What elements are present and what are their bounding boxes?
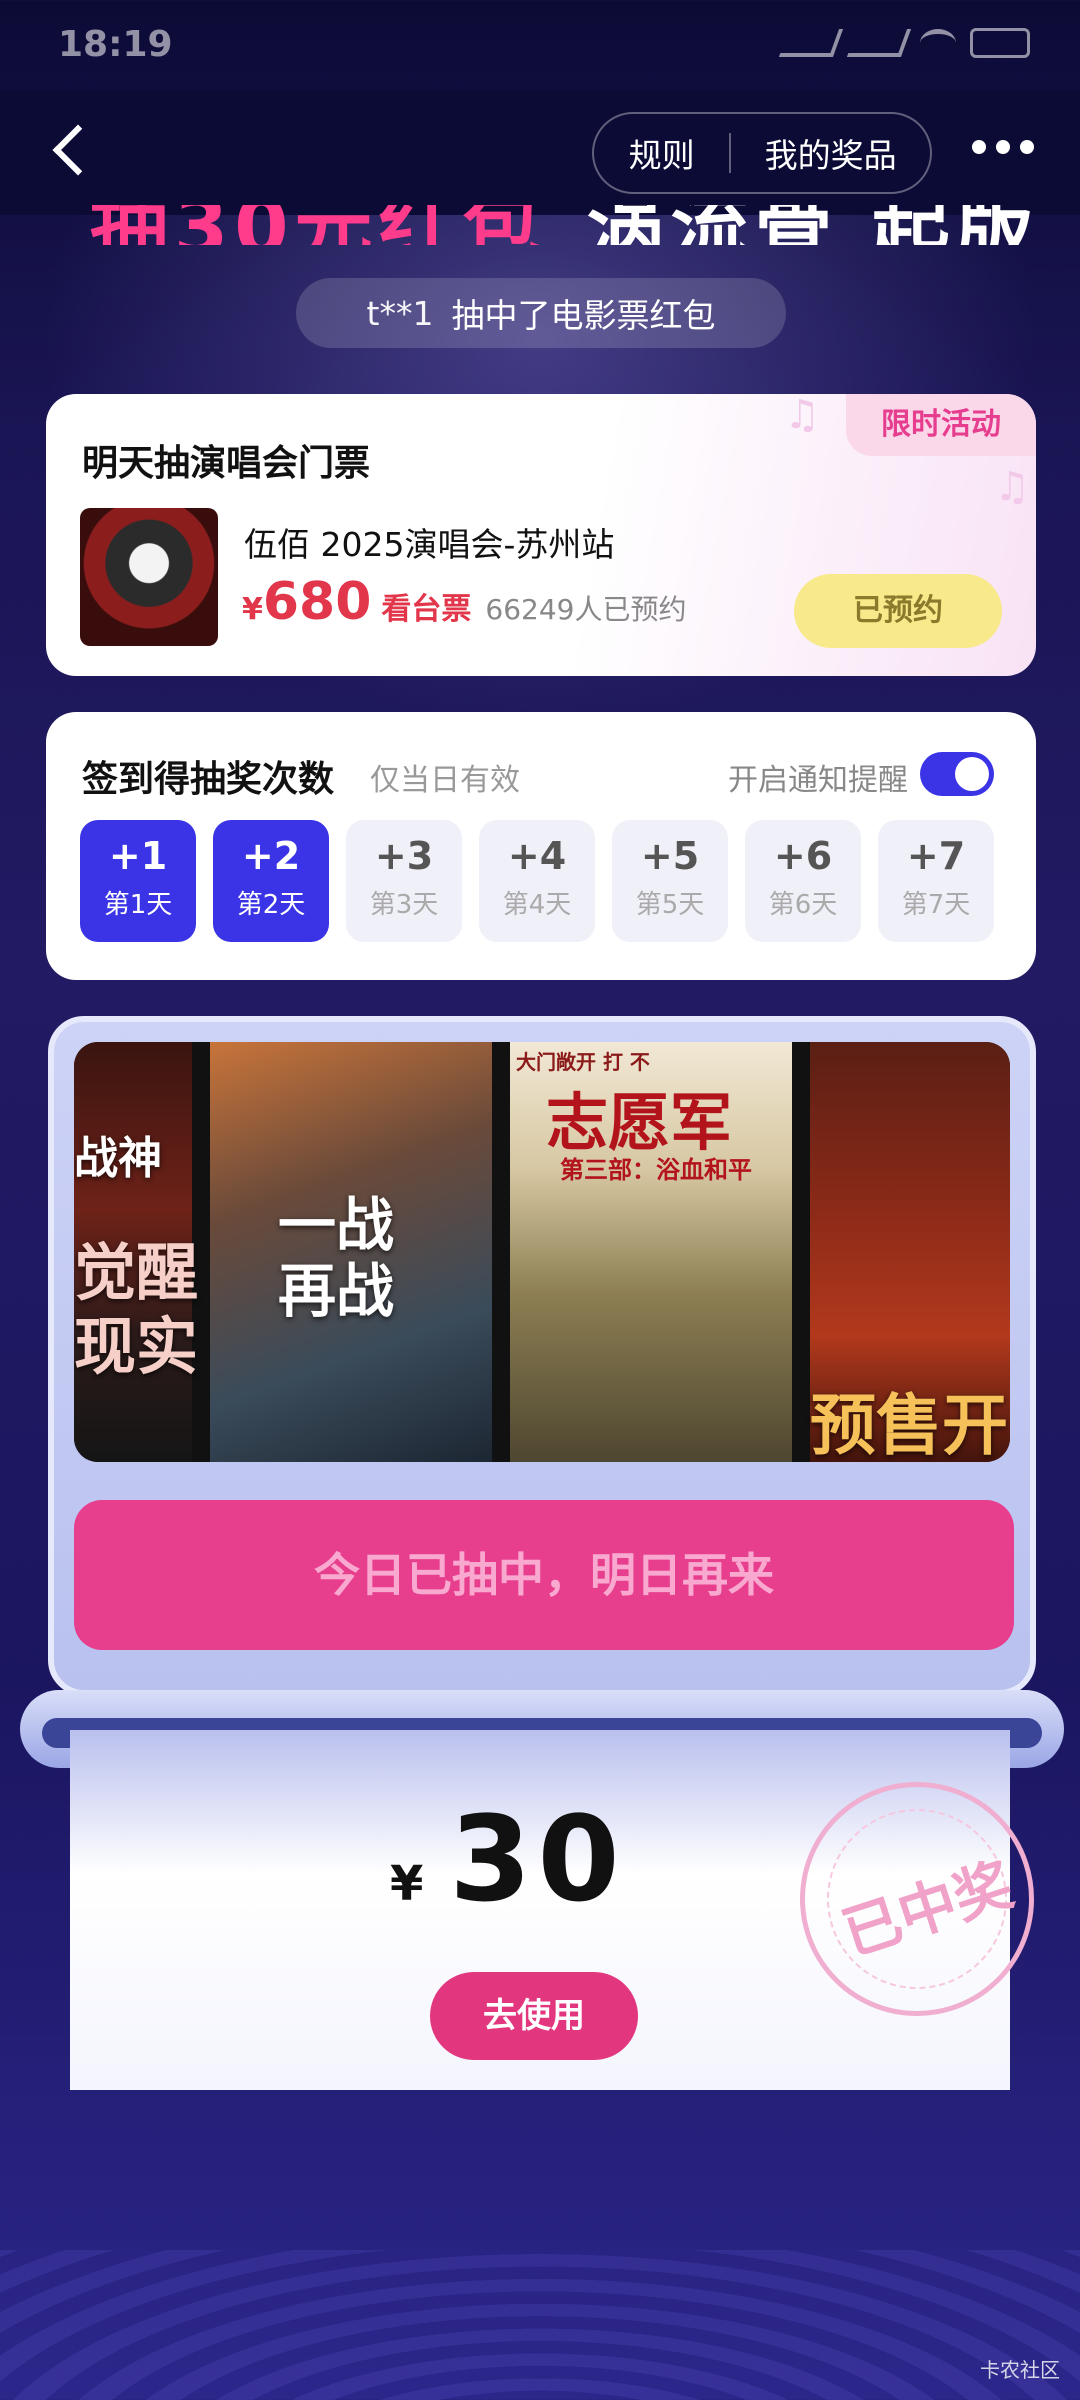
draw-button[interactable]: 今日已抽中，明日再来 bbox=[74, 1500, 1014, 1650]
limited-event-badge: 限时活动 bbox=[846, 394, 1036, 456]
day-bonus: +5 bbox=[640, 834, 700, 878]
rules-button[interactable]: 规则 bbox=[594, 129, 729, 177]
poster-2-title: 一战 再战 bbox=[278, 1191, 395, 1325]
more-dots-icon[interactable] bbox=[972, 140, 1034, 160]
ticket-serrated-edge bbox=[70, 2070, 1010, 2098]
poster-3-tagline: 大门敞开 打 不 bbox=[516, 1050, 650, 1074]
movie-poster-4[interactable]: 预售开 bbox=[810, 1042, 1010, 1462]
battery-icon bbox=[970, 28, 1030, 58]
day-label: 第2天 bbox=[236, 890, 306, 920]
ticker-user: t**1 bbox=[366, 293, 434, 333]
checkin-day-4[interactable]: +4 第4天 bbox=[479, 820, 595, 942]
event-price-row: ¥ 680 看台票 66249人已预约 bbox=[242, 572, 687, 632]
hero-title-a: 抽30元红包 bbox=[90, 205, 547, 245]
checkin-day-7[interactable]: +7 第7天 bbox=[878, 820, 994, 942]
concert-event-card: 限时活动 ♫ ♫ 明天抽演唱会门票 伍佰 2025演唱会-苏州站 ¥ 680 看… bbox=[46, 394, 1036, 676]
day-bonus: +4 bbox=[507, 834, 567, 878]
movie-poster-carousel[interactable]: 战神 觉醒 现实 一战 再战 大门敞开 打 不 志愿军 第三部：浴血和平 预售开 bbox=[74, 1042, 1010, 1462]
status-icons bbox=[778, 28, 1030, 58]
concert-poster-thumbnail bbox=[80, 508, 218, 646]
checkin-day-3[interactable]: +3 第3天 bbox=[346, 820, 462, 942]
notify-toggle[interactable] bbox=[920, 752, 994, 796]
back-arrow-icon[interactable] bbox=[44, 118, 104, 178]
hero-title: 抽30元红包涡流骨 起版 bbox=[0, 205, 1080, 245]
day-bonus: +1 bbox=[108, 834, 168, 878]
movie-poster-2[interactable]: 一战 再战 bbox=[210, 1042, 492, 1462]
signal-icon bbox=[778, 29, 844, 57]
day-label: 第1天 bbox=[103, 890, 173, 920]
checkin-card: 签到得抽奖次数 仅当日有效 开启通知提醒 +1 第1天 +2 第2天 +3 第3天 +… bbox=[46, 712, 1036, 980]
lottery-machine: 战神 觉醒 现实 一战 再战 大门敞开 打 不 志愿军 第三部：浴血和平 预售开… bbox=[48, 1016, 1036, 1696]
day-label: 第5天 bbox=[635, 890, 705, 920]
header-pill-group: 规则 我的奖品 bbox=[592, 112, 932, 194]
stage-background bbox=[0, 2250, 1080, 2400]
ticker-text: 抽中了电影票红包 bbox=[451, 296, 716, 335]
stamp-text: 已中奖 bbox=[834, 1849, 1021, 1969]
day-bonus: +3 bbox=[374, 834, 434, 878]
checkin-title: 签到得抽奖次数 bbox=[82, 759, 335, 800]
notify-label: 开启通知提醒 bbox=[728, 763, 908, 798]
event-price: 680 bbox=[262, 572, 372, 632]
poster-1-text-c: 现实 bbox=[74, 1310, 199, 1383]
use-button[interactable]: 去使用 bbox=[430, 1972, 638, 2060]
day-label: 第4天 bbox=[502, 890, 572, 920]
seat-type: 看台票 bbox=[381, 592, 472, 627]
price-currency: ¥ bbox=[242, 592, 263, 627]
watermark: 卡农社区 bbox=[980, 2358, 1060, 2382]
movie-poster-3[interactable]: 大门敞开 打 不 志愿军 第三部：浴血和平 bbox=[510, 1042, 792, 1462]
event-title: 明天抽演唱会门票 bbox=[82, 443, 371, 484]
won-stamp: 已中奖 bbox=[769, 1751, 1065, 2047]
day-label: 第3天 bbox=[369, 890, 439, 920]
checkin-day-1[interactable]: +1 第1天 bbox=[80, 820, 196, 942]
reserved-button[interactable]: 已预约 bbox=[794, 574, 1002, 648]
poster-4-text: 预售开 bbox=[810, 1387, 1008, 1462]
hero-title-b: 涡流骨 起版 bbox=[587, 205, 1040, 245]
checkin-days: +1 第1天 +2 第2天 +3 第3天 +4 第4天 +5 第5天 +6 第6天 +7 第7… bbox=[80, 820, 994, 942]
prize-amount: 30 bbox=[449, 1790, 626, 1928]
reserved-count: 66249人已预约 bbox=[485, 593, 687, 626]
day-bonus: +6 bbox=[773, 834, 833, 878]
status-time: 18:19 bbox=[58, 24, 173, 65]
movie-poster-1[interactable]: 战神 觉醒 现实 bbox=[74, 1042, 198, 1462]
winner-ticker: t**1 抽中了电影票红包 bbox=[296, 278, 786, 348]
my-prizes-button[interactable]: 我的奖品 bbox=[731, 129, 930, 177]
wifi-icon bbox=[920, 29, 956, 57]
music-note-icon-2: ♫ bbox=[994, 464, 1030, 510]
day-bonus: +2 bbox=[241, 834, 301, 878]
checkin-subtitle: 仅当日有效 bbox=[370, 763, 520, 798]
signal-icon-2 bbox=[846, 29, 912, 57]
status-bar: 18:19 bbox=[0, 0, 1080, 90]
music-note-icon: ♫ bbox=[784, 394, 820, 438]
checkin-day-6[interactable]: +6 第6天 bbox=[745, 820, 861, 942]
day-label: 第6天 bbox=[768, 890, 838, 920]
checkin-day-2[interactable]: +2 第2天 bbox=[213, 820, 329, 942]
prize-amount-row: ¥ 30 bbox=[390, 1790, 626, 1928]
top-header: 规则 我的奖品 bbox=[0, 90, 1080, 215]
event-name: 伍佰 2025演唱会-苏州站 bbox=[244, 525, 615, 564]
poster-3-subtitle: 第三部：浴血和平 bbox=[560, 1156, 752, 1184]
day-label: 第7天 bbox=[901, 890, 971, 920]
prize-ticket: ¥ 30 去使用 已中奖 bbox=[70, 1730, 1065, 2090]
day-bonus: +7 bbox=[906, 834, 966, 878]
poster-3-title: 志愿军 bbox=[546, 1086, 733, 1159]
prize-currency: ¥ bbox=[390, 1856, 424, 1912]
poster-1-text-a: 战神 bbox=[74, 1133, 162, 1184]
checkin-day-5[interactable]: +5 第5天 bbox=[612, 820, 728, 942]
